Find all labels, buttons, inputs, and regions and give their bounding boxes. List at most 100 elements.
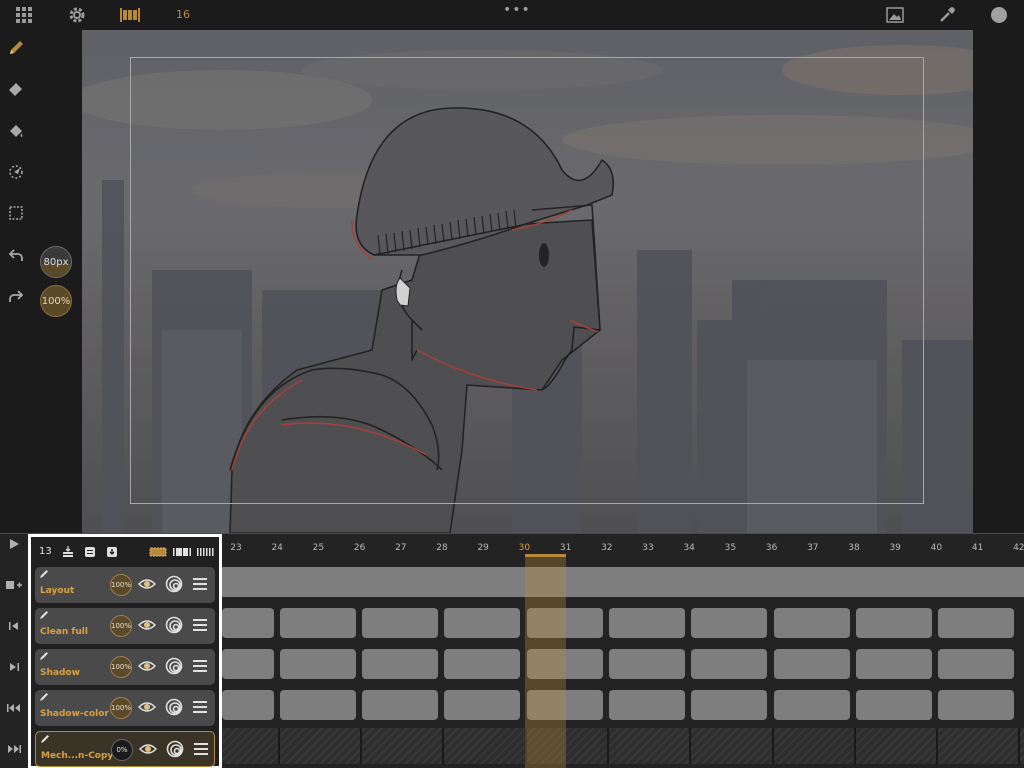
onion-skin-icon[interactable] <box>165 616 183 634</box>
duplicate-layer-icon[interactable] <box>83 545 97 559</box>
layer-opacity-button[interactable]: 100% <box>110 574 132 596</box>
import-layer-icon[interactable] <box>105 545 119 559</box>
frame-cell[interactable] <box>362 690 438 720</box>
frame-number: 35 <box>724 543 737 553</box>
frame-cell[interactable] <box>222 608 274 638</box>
layer-menu-icon[interactable] <box>192 699 208 715</box>
frame-separator <box>1018 728 1020 764</box>
frame-number: 34 <box>683 543 695 553</box>
settings-gear-icon[interactable] <box>66 5 88 25</box>
onion-skin-icon[interactable] <box>166 740 184 758</box>
eye-visibility-icon[interactable] <box>138 659 156 673</box>
frame-view-single-icon[interactable] <box>149 545 167 559</box>
frame-cell[interactable] <box>691 608 767 638</box>
frame-cell[interactable] <box>444 649 520 679</box>
play-icon[interactable] <box>5 536 23 552</box>
frame-cell[interactable] <box>444 690 520 720</box>
brush-opacity-slider[interactable]: 100% <box>40 285 72 317</box>
eye-visibility-icon[interactable] <box>139 742 157 756</box>
layer-menu-icon[interactable] <box>192 658 208 674</box>
frame-number: 33 <box>642 543 654 553</box>
first-frame-icon[interactable] <box>5 700 23 716</box>
last-frame-icon[interactable] <box>5 741 23 757</box>
frame-number: 29 <box>477 543 489 553</box>
frame-cell[interactable] <box>609 608 685 638</box>
playhead[interactable] <box>525 554 566 768</box>
frame-separator <box>442 728 444 764</box>
track-mech-copy[interactable] <box>222 728 1024 764</box>
image-reference-icon[interactable] <box>884 5 906 25</box>
layer-stack-icon[interactable] <box>61 545 75 559</box>
eraser-tool-icon[interactable] <box>5 80 27 100</box>
eye-visibility-icon[interactable] <box>138 577 156 591</box>
frame-ruler[interactable]: 23 24 25 26 27 28 29 30 31 32 33 34 35 36 37 38 39 40 41 42 <box>222 534 1024 564</box>
layer-row-shadow-color[interactable]: Shadow-color 100% <box>35 690 215 726</box>
frame-separator <box>772 728 774 764</box>
frame-cell[interactable] <box>444 608 520 638</box>
frame-cell[interactable] <box>938 608 1014 638</box>
track-layout[interactable] <box>222 564 1024 600</box>
layer-opacity-button[interactable]: 100% <box>110 697 132 719</box>
color-swatch-circle[interactable] <box>988 5 1010 25</box>
gallery-grid-icon[interactable] <box>13 5 35 25</box>
frame-cell[interactable] <box>280 690 356 720</box>
layer-menu-icon[interactable] <box>193 741 209 757</box>
layer-row-shadow[interactable]: Shadow 100% <box>35 649 215 685</box>
frame-separator <box>854 728 856 764</box>
layer-opacity-button[interactable]: 0% <box>111 739 133 761</box>
layer-row-clean-full[interactable]: Clean full 100% <box>35 608 215 644</box>
frame-separator <box>360 728 362 764</box>
track-clean-full[interactable] <box>222 605 1024 641</box>
frame-cell[interactable] <box>222 567 1024 597</box>
undo-icon[interactable] <box>5 245 27 265</box>
frame-cell[interactable] <box>609 649 685 679</box>
layer-row-mech-copy[interactable]: Mech...n-Copy 0% <box>35 731 215 767</box>
frame-cell[interactable] <box>856 608 932 638</box>
paint-bucket-tool-icon[interactable] <box>5 121 27 141</box>
frame-cell[interactable] <box>222 649 274 679</box>
onion-skin-icon[interactable] <box>165 575 183 593</box>
frame-cell[interactable] <box>856 690 932 720</box>
frame-view-medium-icon[interactable] <box>173 545 191 559</box>
eyedropper-icon[interactable] <box>936 5 958 25</box>
frame-cell[interactable] <box>222 690 274 720</box>
brush-size-slider[interactable]: 80px <box>40 246 72 278</box>
previous-frame-icon[interactable] <box>5 618 23 634</box>
frame-cell[interactable] <box>691 690 767 720</box>
onion-skin-icon[interactable] <box>165 657 183 675</box>
frame-cell[interactable] <box>609 690 685 720</box>
eye-visibility-icon[interactable] <box>138 700 156 714</box>
layer-opacity-button[interactable]: 100% <box>110 615 132 637</box>
timeline-frames-icon[interactable] <box>119 5 141 25</box>
layer-menu-icon[interactable] <box>192 617 208 633</box>
frame-cell[interactable] <box>691 649 767 679</box>
pencil-tool-icon[interactable] <box>5 38 27 58</box>
frame-cell[interactable] <box>774 690 850 720</box>
layer-opacity-button[interactable]: 100% <box>110 656 132 678</box>
layer-row-layout[interactable]: Layout 100% <box>35 567 215 603</box>
frame-cell[interactable] <box>938 649 1014 679</box>
onion-skin-icon[interactable] <box>165 698 183 716</box>
frame-cell[interactable] <box>774 608 850 638</box>
frame-cell[interactable] <box>938 690 1014 720</box>
layer-menu-icon[interactable] <box>192 576 208 592</box>
frame-cell[interactable] <box>362 649 438 679</box>
add-frame-icon[interactable] <box>5 577 23 593</box>
next-frame-icon[interactable] <box>5 659 23 675</box>
drawing-canvas[interactable] <box>82 30 973 533</box>
eye-visibility-icon[interactable] <box>138 618 156 632</box>
track-shadow[interactable] <box>222 646 1024 682</box>
frame-cell[interactable] <box>362 608 438 638</box>
current-frame-number: 16 <box>176 8 190 21</box>
frame-cell[interactable] <box>774 649 850 679</box>
frame-view-compact-icon[interactable] <box>197 545 215 559</box>
frame-cell[interactable] <box>280 649 356 679</box>
frame-cell[interactable] <box>856 649 932 679</box>
more-options-dots-icon[interactable]: ••• <box>503 2 531 18</box>
lasso-transform-tool-icon[interactable] <box>5 162 27 182</box>
track-shadow-color[interactable] <box>222 687 1024 723</box>
redo-icon[interactable] <box>5 286 27 306</box>
frame-cell[interactable] <box>280 608 356 638</box>
selection-marquee-tool-icon[interactable] <box>5 203 27 223</box>
frame-number: 25 <box>312 543 325 553</box>
